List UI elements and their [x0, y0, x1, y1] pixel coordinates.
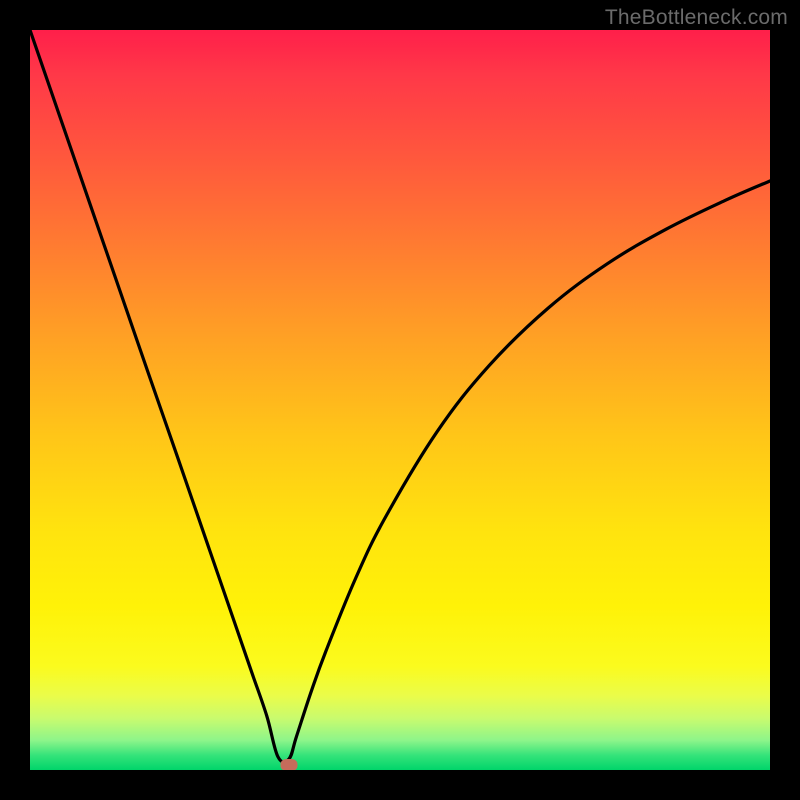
watermark-text: TheBottleneck.com: [605, 6, 788, 30]
curve-svg: [30, 30, 770, 770]
minimum-marker: [281, 759, 298, 770]
curve-line: [30, 30, 770, 762]
chart-frame: TheBottleneck.com: [0, 0, 800, 800]
plot-area: [30, 30, 770, 770]
